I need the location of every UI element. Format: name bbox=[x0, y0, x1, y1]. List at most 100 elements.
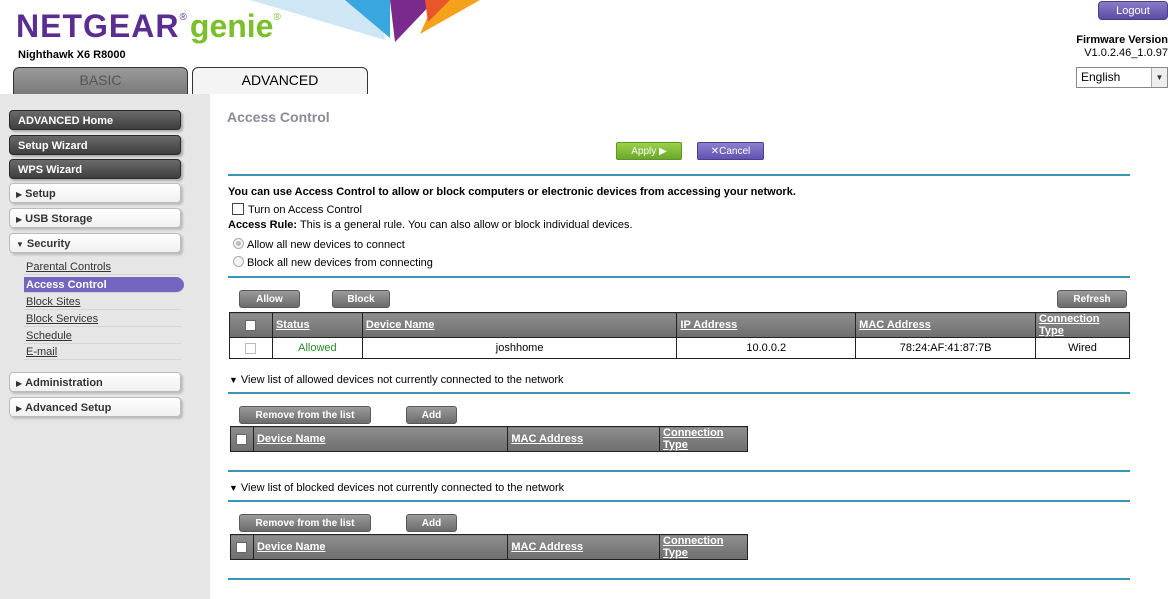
nav-email[interactable]: E-mail bbox=[24, 344, 181, 360]
select-all-header bbox=[229, 312, 273, 338]
brand-netgear-reg: ® bbox=[179, 12, 187, 23]
column-header-device-name[interactable]: Device Name bbox=[252, 534, 509, 560]
blocked-list-toggle-label: View list of blocked devices not current… bbox=[240, 482, 565, 494]
add-blocked-button[interactable]: Add bbox=[406, 514, 457, 532]
router-model: Nighthawk X6 R8000 bbox=[18, 49, 126, 61]
column-header-status[interactable]: Status bbox=[271, 312, 363, 338]
column-header-ip-address[interactable]: IP Address bbox=[676, 312, 857, 338]
firmware-version-value: V1.0.2.46_1.0.97 bbox=[1084, 47, 1168, 59]
column-header-connection-type[interactable]: Connection Type bbox=[659, 534, 748, 560]
divider bbox=[228, 500, 1130, 502]
triangle-right-icon: ▶ bbox=[16, 404, 23, 413]
decorative-banner-graphic bbox=[250, 0, 480, 42]
select-all-checkbox[interactable] bbox=[236, 541, 248, 553]
select-all-checkbox[interactable] bbox=[236, 433, 248, 445]
chevron-down-icon[interactable]: ▼ bbox=[1151, 68, 1167, 87]
allow-all-label: Allow all new devices to connect bbox=[247, 239, 405, 251]
nav-advanced-home[interactable]: ADVANCED Home bbox=[9, 110, 181, 130]
main-content: Access Control Apply ▶ ✕Cancel You can u… bbox=[210, 94, 1168, 599]
access-rule-text: This is a general rule. You can also all… bbox=[299, 219, 633, 231]
allow-button[interactable]: Allow bbox=[239, 290, 300, 308]
triangle-right-icon: ▶ bbox=[16, 379, 23, 388]
devices-table: Status Device Name IP Address MAC Addres… bbox=[229, 312, 1130, 359]
select-all-header bbox=[230, 534, 254, 560]
table-header-row: Device Name MAC Address Connection Type bbox=[230, 426, 748, 452]
allow-all-radio[interactable] bbox=[233, 238, 244, 249]
nav-access-control[interactable]: Access Control bbox=[24, 277, 184, 293]
remove-allowed-button[interactable]: Remove from the list bbox=[239, 406, 371, 424]
device-name: joshhome bbox=[361, 337, 678, 359]
blocked-list-toggle[interactable]: ▼ View list of blocked devices not curren… bbox=[229, 482, 564, 494]
allowed-list-toggle-label: View list of allowed devices not current… bbox=[240, 374, 564, 386]
tab-advanced[interactable]: ADVANCED bbox=[192, 67, 368, 94]
divider bbox=[228, 470, 1130, 472]
nav-section-advanced-setup[interactable]: ▶ Advanced Setup bbox=[9, 397, 181, 417]
column-header-device-name[interactable]: Device Name bbox=[361, 312, 678, 338]
apply-button[interactable]: Apply ▶ bbox=[616, 142, 682, 160]
netgear-genie-logo: NETGEAR® genie® bbox=[16, 8, 281, 45]
nav-section-label: Setup bbox=[25, 188, 56, 200]
nav-section-label: Advanced Setup bbox=[25, 402, 112, 414]
page-title: Access Control bbox=[227, 109, 330, 125]
nav-schedule[interactable]: Schedule bbox=[24, 328, 181, 344]
nav-block-sites[interactable]: Block Sites bbox=[24, 294, 181, 310]
column-header-connection-type[interactable]: Connection Type bbox=[1035, 312, 1130, 338]
tab-basic[interactable]: BASIC bbox=[13, 67, 188, 94]
select-all-checkbox[interactable] bbox=[245, 319, 257, 331]
nav-section-security[interactable]: ▼ Security bbox=[9, 233, 181, 253]
allowed-devices-table: Device Name MAC Address Connection Type bbox=[230, 426, 748, 452]
sidebar: ADVANCED Home Setup Wizard WPS Wizard ▶ S… bbox=[0, 94, 210, 599]
nav-block-services[interactable]: Block Services bbox=[24, 311, 181, 327]
nav-parental-controls[interactable]: Parental Controls bbox=[24, 259, 181, 275]
row-checkbox[interactable] bbox=[245, 342, 257, 354]
language-selected-value: English bbox=[1081, 70, 1121, 84]
device-status: Allowed bbox=[271, 337, 363, 359]
divider bbox=[228, 578, 1130, 580]
divider bbox=[228, 174, 1130, 176]
divider bbox=[228, 392, 1130, 394]
triangle-down-icon: ▼ bbox=[16, 240, 24, 249]
column-header-mac-address[interactable]: MAC Address bbox=[507, 426, 661, 452]
block-all-label: Block all new devices from connecting bbox=[247, 257, 433, 269]
triangle-down-icon: ▼ bbox=[229, 375, 238, 385]
device-ip: 10.0.0.2 bbox=[676, 337, 857, 359]
nav-section-label: USB Storage bbox=[25, 213, 93, 225]
firmware-version-label: Firmware Version bbox=[1076, 34, 1168, 46]
access-rule-line: Access Rule: This is a general rule. You… bbox=[228, 219, 633, 231]
column-header-mac-address[interactable]: MAC Address bbox=[507, 534, 661, 560]
nav-section-label: Administration bbox=[25, 377, 103, 389]
triangle-right-icon: ▶ bbox=[16, 215, 23, 224]
table-header-row: Status Device Name IP Address MAC Addres… bbox=[229, 312, 1130, 338]
block-all-radio[interactable] bbox=[233, 256, 244, 267]
device-mac: 78:24:AF:41:87:7B bbox=[855, 337, 1036, 359]
intro-text: You can use Access Control to allow or b… bbox=[228, 186, 796, 198]
nav-setup-wizard[interactable]: Setup Wizard bbox=[9, 135, 181, 155]
turn-on-access-control-checkbox[interactable] bbox=[232, 203, 244, 215]
blocked-devices-table: Device Name MAC Address Connection Type bbox=[230, 534, 748, 560]
column-header-mac-address[interactable]: MAC Address bbox=[855, 312, 1036, 338]
row-select-cell bbox=[229, 337, 273, 359]
cancel-button[interactable]: ✕Cancel bbox=[697, 142, 764, 160]
column-header-connection-type[interactable]: Connection Type bbox=[659, 426, 748, 452]
nav-section-label: Security bbox=[26, 238, 71, 250]
select-all-header bbox=[230, 426, 254, 452]
refresh-button[interactable]: Refresh bbox=[1057, 290, 1127, 308]
column-header-device-name[interactable]: Device Name bbox=[252, 426, 509, 452]
block-button[interactable]: Block bbox=[332, 290, 390, 308]
triangle-down-icon: ▼ bbox=[229, 483, 238, 493]
triangle-right-icon: ▶ bbox=[16, 190, 23, 199]
device-connection-type: Wired bbox=[1035, 337, 1130, 359]
language-select[interactable]: English ▼ bbox=[1076, 67, 1168, 88]
divider bbox=[228, 276, 1130, 278]
logout-button[interactable]: Logout bbox=[1098, 1, 1168, 20]
turn-on-access-control-label: Turn on Access Control bbox=[248, 204, 362, 216]
header: NETGEAR® genie® Nighthawk X6 R8000 BASIC… bbox=[0, 0, 1168, 94]
nav-wps-wizard[interactable]: WPS Wizard bbox=[9, 159, 181, 179]
add-allowed-button[interactable]: Add bbox=[406, 406, 457, 424]
allowed-list-toggle[interactable]: ▼ View list of allowed devices not curren… bbox=[229, 374, 564, 386]
nav-section-administration[interactable]: ▶ Administration bbox=[9, 372, 181, 392]
nav-section-setup[interactable]: ▶ Setup bbox=[9, 183, 181, 203]
remove-blocked-button[interactable]: Remove from the list bbox=[239, 514, 371, 532]
brand-netgear: NETGEAR bbox=[16, 8, 180, 44]
nav-section-usb-storage[interactable]: ▶ USB Storage bbox=[9, 208, 181, 228]
